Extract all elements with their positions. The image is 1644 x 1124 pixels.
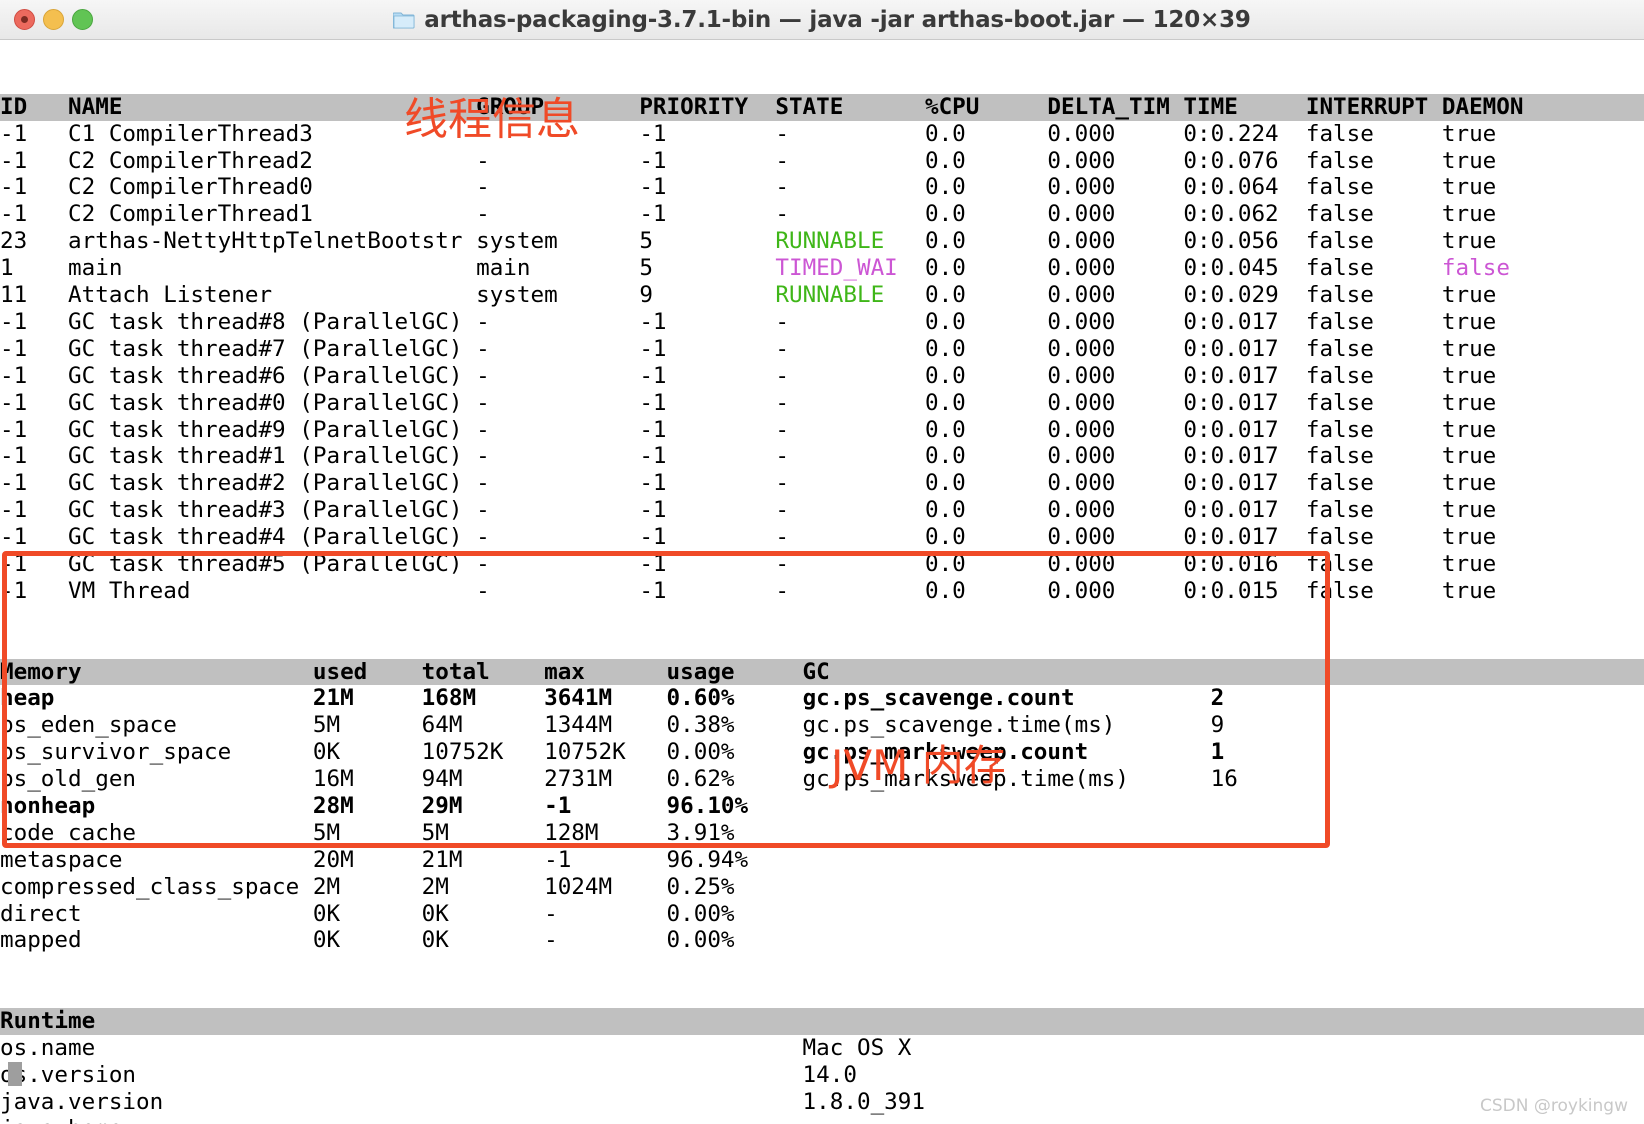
memory-row: heap 21M 168M 3641M 0.60% gc.ps_scavenge… [0, 685, 1225, 712]
folder-icon [392, 10, 415, 29]
thread-row: -1 GC task thread#4 (ParallelGC) - -1 - … [0, 524, 1497, 551]
terminal-cursor [8, 1062, 22, 1086]
thread-table: ID NAME GROUP PRIORITY STATE %CPU DELTA_… [0, 93, 1644, 605]
thread-row: -1 C2 CompilerThread1 - -1 - 0.0 0.000 0… [0, 201, 1497, 228]
runtime-table-header: Runtime [0, 1008, 1644, 1036]
minimize-button[interactable] [43, 9, 64, 30]
thread-row: -1 GC task thread#7 (ParallelGC) - -1 - … [0, 335, 1497, 362]
memory-row: compressed_class_space 2M 2M 1024M 0.25% [0, 873, 803, 900]
thread-row: 1 main main 5 TIMED_WAI 0.0 0.000 0:0.04… [0, 255, 1510, 282]
terminal-output[interactable]: ID NAME GROUP PRIORITY STATE %CPU DELTA_… [0, 40, 1644, 1124]
memory-row: metaspace 20M 21M -1 96.94% [0, 846, 803, 873]
runtime-table: Runtime os.name Mac OS Xos.version 14.0 … [0, 1008, 1644, 1124]
thread-row: -1 GC task thread#0 (ParallelGC) - -1 - … [0, 389, 1497, 416]
thread-row: -1 GC task thread#6 (ParallelGC) - -1 - … [0, 362, 1497, 389]
window-title-text: arthas-packaging-3.7.1-bin — java -jar a… [424, 6, 1251, 33]
runtime-row: java.home [0, 1116, 1644, 1124]
thread-row: -1 GC task thread#8 (ParallelGC) - -1 - … [0, 308, 1497, 335]
memory-annotation-label: JVM 内存 [831, 741, 1006, 790]
memory-row: ps_survivor_space 0K 10752K 10752K 0.00%… [0, 739, 1225, 766]
thread-row: -1 GC task thread#3 (ParallelGC) - -1 - … [0, 497, 1497, 524]
thread-row: -1 GC task thread#5 (ParallelGC) - -1 - … [0, 550, 1497, 577]
memory-row: code_cache 5M 5M 128M 3.91% [0, 819, 803, 846]
runtime-row: os.name Mac OS X [0, 1035, 912, 1062]
memory-row: ps_old_gen 16M 94M 2731M 0.62% gc.ps_mar… [0, 766, 1238, 793]
memory-table-header: Memory used total max usage GC [0, 658, 1644, 686]
traffic-lights [14, 9, 93, 30]
thread-row: -1 C2 CompilerThread0 - -1 - 0.0 0.000 0… [0, 174, 1497, 201]
thread-row: -1 VM Thread - -1 - 0.0 0.000 0:0.015 fa… [0, 577, 1497, 604]
memory-row: nonheap 28M 29M -1 96.10% [0, 793, 803, 819]
thread-table-header: ID NAME GROUP PRIORITY STATE %CPU DELTA_… [0, 93, 1644, 121]
memory-table: Memory used total max usage GC heap 21M 1… [0, 658, 1644, 955]
memory-row: direct 0K 0K - 0.00% [0, 900, 803, 927]
maximize-button[interactable] [72, 9, 93, 30]
memory-row: mapped 0K 0K - 0.00% [0, 927, 803, 954]
window-title-bar: arthas-packaging-3.7.1-bin — java -jar a… [0, 0, 1644, 40]
threads-annotation-label: 线程信息 [404, 94, 580, 145]
thread-row: -1 GC task thread#2 (ParallelGC) - -1 - … [0, 470, 1497, 497]
thread-row: -1 GC task thread#1 (ParallelGC) - -1 - … [0, 443, 1497, 470]
runtime-row: os.version 14.0 [0, 1061, 857, 1088]
thread-row: 11 Attach Listener system 9 RUNNABLE 0.0… [0, 282, 1497, 309]
thread-row: -1 C2 CompilerThread2 - -1 - 0.0 0.000 0… [0, 147, 1497, 174]
runtime-row: java.version 1.8.0_391 [0, 1088, 925, 1115]
window-title: arthas-packaging-3.7.1-bin — java -jar a… [0, 7, 1644, 33]
thread-row: -1 GC task thread#9 (ParallelGC) - -1 - … [0, 416, 1497, 443]
watermark: CSDN @roykingw [1480, 1096, 1628, 1116]
thread-row: 23 arthas-NettyHttpTelnetBootstr system … [0, 228, 1497, 255]
thread-row: -1 C1 CompilerThread3 - -1 - 0.0 0.000 0… [0, 120, 1497, 147]
memory-row: ps_eden_space 5M 64M 1344M 0.38% gc.ps_s… [0, 712, 1225, 739]
close-button[interactable] [14, 9, 35, 30]
